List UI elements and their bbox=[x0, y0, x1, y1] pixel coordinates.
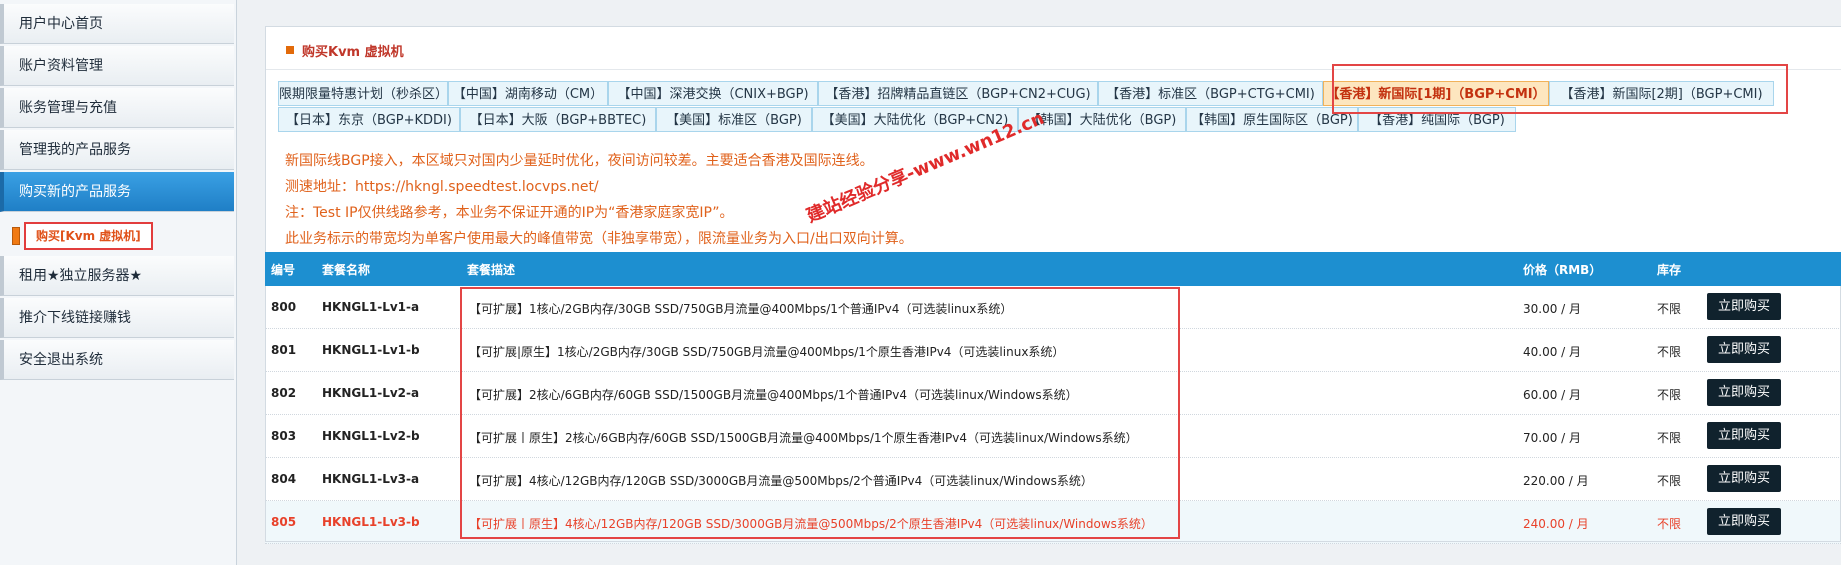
notice-line: 注：Test IP仅供线路参考，本业务不保证开通的IP为“香港家庭家宽IP”。 bbox=[285, 205, 734, 221]
row-stock: 不限 bbox=[1657, 388, 1682, 402]
row-id: 801 bbox=[271, 343, 297, 357]
buy-now-button[interactable]: 立即购买 bbox=[1707, 293, 1781, 320]
row-stock: 不限 bbox=[1657, 345, 1682, 359]
tab-jp-tokyo[interactable]: 【日本】东京（BGP+KDDI) bbox=[278, 107, 460, 132]
row-name: HKNGL1-Lv2-a bbox=[322, 386, 420, 400]
row-id: 800 bbox=[271, 300, 297, 314]
table-header: 编号 套餐名称 套餐描述 价格（RMB） 库存 bbox=[265, 252, 1841, 286]
row-name: HKNGL1-Lv3-b bbox=[322, 515, 420, 529]
row-desc: 【可扩展】4核心/12GB内存/120GB SSD/3000GB月流量@500M… bbox=[469, 474, 1093, 488]
square-icon bbox=[286, 46, 294, 54]
row-stock: 不限 bbox=[1657, 431, 1682, 445]
tab-hk-standard[interactable]: 【香港】标准区（BGP+CTG+CMI) bbox=[1098, 81, 1323, 106]
table-row: 804 HKNGL1-Lv3-a 【可扩展】4核心/12GB内存/120GB S… bbox=[265, 458, 1841, 501]
column-header-name: 套餐名称 bbox=[322, 263, 371, 277]
buy-now-button[interactable]: 立即购买 bbox=[1707, 379, 1781, 406]
divider bbox=[266, 69, 1841, 70]
row-id: 805 bbox=[271, 515, 297, 529]
sidebar-item-billing[interactable]: 账务管理与充值 bbox=[0, 88, 234, 128]
row-price: 30.00 / 月 bbox=[1523, 302, 1582, 316]
tab-cn-shenzhen-hk[interactable]: 【中国】深港交换（CNIX+BGP) bbox=[608, 81, 818, 106]
column-header-id: 编号 bbox=[271, 263, 296, 277]
column-header-stock: 库存 bbox=[1657, 263, 1682, 277]
sidebar-item-home[interactable]: 用户中心首页 bbox=[0, 4, 234, 44]
sidebar-item-label: 管理我的产品服务 bbox=[19, 142, 131, 158]
row-price: 220.00 / 月 bbox=[1523, 474, 1589, 488]
bullet-icon bbox=[12, 227, 20, 245]
row-desc: 【可扩展丨原生】2核心/6GB内存/60GB SSD/1500GB月流量@400… bbox=[469, 431, 1138, 445]
sidebar-item-label: 用户中心首页 bbox=[19, 16, 103, 32]
tab-kr-native-intl[interactable]: 【韩国】原生国际区（BGP) bbox=[1186, 107, 1358, 132]
row-desc: 【可扩展丨原生】4核心/12GB内存/120GB SSD/3000GB月流量@5… bbox=[469, 517, 1153, 531]
buy-now-button[interactable]: 立即购买 bbox=[1707, 508, 1781, 535]
row-id: 802 bbox=[271, 386, 297, 400]
table-row: 801 HKNGL1-Lv1-b 【可扩展|原生】1核心/2GB内存/30GB … bbox=[265, 329, 1841, 372]
sidebar-subitem-buy-kvm[interactable]: 购买[Kvm 虚拟机] bbox=[8, 222, 226, 250]
sidebar-item-dedicated-server[interactable]: 租用★独立服务器★ bbox=[0, 256, 234, 296]
tab-hk-new-intl-1[interactable]: 【香港】新国际[1期]（BGP+CMI） bbox=[1323, 81, 1549, 106]
buy-now-button[interactable]: 立即购买 bbox=[1707, 465, 1781, 492]
row-name: HKNGL1-Lv1-b bbox=[322, 343, 420, 357]
sidebar-item-my-services[interactable]: 管理我的产品服务 bbox=[0, 130, 234, 170]
buy-now-button[interactable]: 立即购买 bbox=[1707, 422, 1781, 449]
row-price: 70.00 / 月 bbox=[1523, 431, 1582, 445]
panel-title: 购买Kvm 虚拟机 bbox=[302, 45, 404, 60]
row-id: 803 bbox=[271, 429, 297, 443]
row-name: HKNGL1-Lv1-a bbox=[322, 300, 420, 314]
sidebar-subitem-label: 购买[Kvm 虚拟机] bbox=[24, 222, 153, 250]
row-stock: 不限 bbox=[1657, 517, 1682, 531]
sidebar: 用户中心首页 账户资料管理 账务管理与充值 管理我的产品服务 购买新的产品服务 … bbox=[0, 0, 237, 565]
row-desc: 【可扩展】1核心/2GB内存/30GB SSD/750GB月流量@400Mbps… bbox=[469, 302, 1013, 316]
row-price: 40.00 / 月 bbox=[1523, 345, 1582, 359]
row-name: HKNGL1-Lv2-b bbox=[322, 429, 420, 443]
sidebar-item-referral[interactable]: 推介下线链接赚钱 bbox=[0, 298, 234, 338]
table-row: 802 HKNGL1-Lv2-a 【可扩展】2核心/6GB内存/60GB SSD… bbox=[265, 372, 1841, 415]
tab-hk-new-intl-2[interactable]: 【香港】新国际[2期]（BGP+CMI) bbox=[1549, 81, 1774, 106]
sidebar-item-label: 购买新的产品服务 bbox=[19, 184, 131, 200]
sidebar-item-label: 账户资料管理 bbox=[19, 58, 103, 74]
table-row: 803 HKNGL1-Lv2-b 【可扩展丨原生】2核心/6GB内存/60GB … bbox=[265, 415, 1841, 458]
row-id: 804 bbox=[271, 472, 297, 486]
column-header-price: 价格（RMB） bbox=[1523, 263, 1602, 277]
row-price: 240.00 / 月 bbox=[1523, 517, 1589, 531]
notice-line: 此业务标示的带宽均为单客户使用最大的峰值带宽（非独享带宽），限流量业务为入口/出… bbox=[285, 231, 913, 247]
row-desc: 【可扩展|原生】1核心/2GB内存/30GB SSD/750GB月流量@400M… bbox=[469, 345, 1065, 359]
tab-jp-osaka[interactable]: 【日本】大阪（BGP+BBTEC) bbox=[460, 107, 656, 132]
sidebar-item-buy-services[interactable]: 购买新的产品服务 bbox=[0, 172, 234, 212]
tab-hk-pure-intl[interactable]: 【香港】纯国际（BGP) bbox=[1358, 107, 1516, 132]
table-row: 805 HKNGL1-Lv3-b 【可扩展丨原生】4核心/12GB内存/120G… bbox=[265, 501, 1841, 544]
row-name: HKNGL1-Lv3-a bbox=[322, 472, 420, 486]
row-desc: 【可扩展】2核心/6GB内存/60GB SSD/1500GB月流量@400Mbp… bbox=[469, 388, 1078, 402]
column-header-desc: 套餐描述 bbox=[467, 263, 516, 277]
tab-us-standard[interactable]: 【美国】标准区（BGP) bbox=[656, 107, 812, 132]
notice-speedtest: 测速地址：https://hkngl.speedtest.locvps.net/ bbox=[285, 179, 599, 195]
row-stock: 不限 bbox=[1657, 474, 1682, 488]
tab-flash-sale[interactable]: 限期限量特惠计划（秒杀区） bbox=[278, 81, 448, 106]
row-stock: 不限 bbox=[1657, 302, 1682, 316]
tab-hk-premium[interactable]: 【香港】招牌精品直链区（BGP+CN2+CUG) bbox=[818, 81, 1098, 106]
sidebar-item-label: 账务管理与充值 bbox=[19, 100, 117, 116]
sidebar-item-account-profile[interactable]: 账户资料管理 bbox=[0, 46, 234, 86]
table-row: 800 HKNGL1-Lv1-a 【可扩展】1核心/2GB内存/30GB SSD… bbox=[265, 286, 1841, 329]
notice-line: 新国际线BGP接入，本区域只对国内少量延时优化，夜间访问较差。主要适合香港及国际… bbox=[285, 153, 874, 169]
sidebar-item-label: 安全退出系统 bbox=[19, 352, 103, 368]
sidebar-item-logout[interactable]: 安全退出系统 bbox=[0, 340, 234, 380]
sidebar-item-label: 租用★独立服务器★ bbox=[19, 268, 143, 284]
row-price: 60.00 / 月 bbox=[1523, 388, 1582, 402]
buy-now-button[interactable]: 立即购买 bbox=[1707, 336, 1781, 363]
tab-cn-hunan-mobile[interactable]: 【中国】湖南移动（CM） bbox=[448, 81, 608, 106]
sidebar-item-label: 推介下线链接赚钱 bbox=[19, 310, 131, 326]
